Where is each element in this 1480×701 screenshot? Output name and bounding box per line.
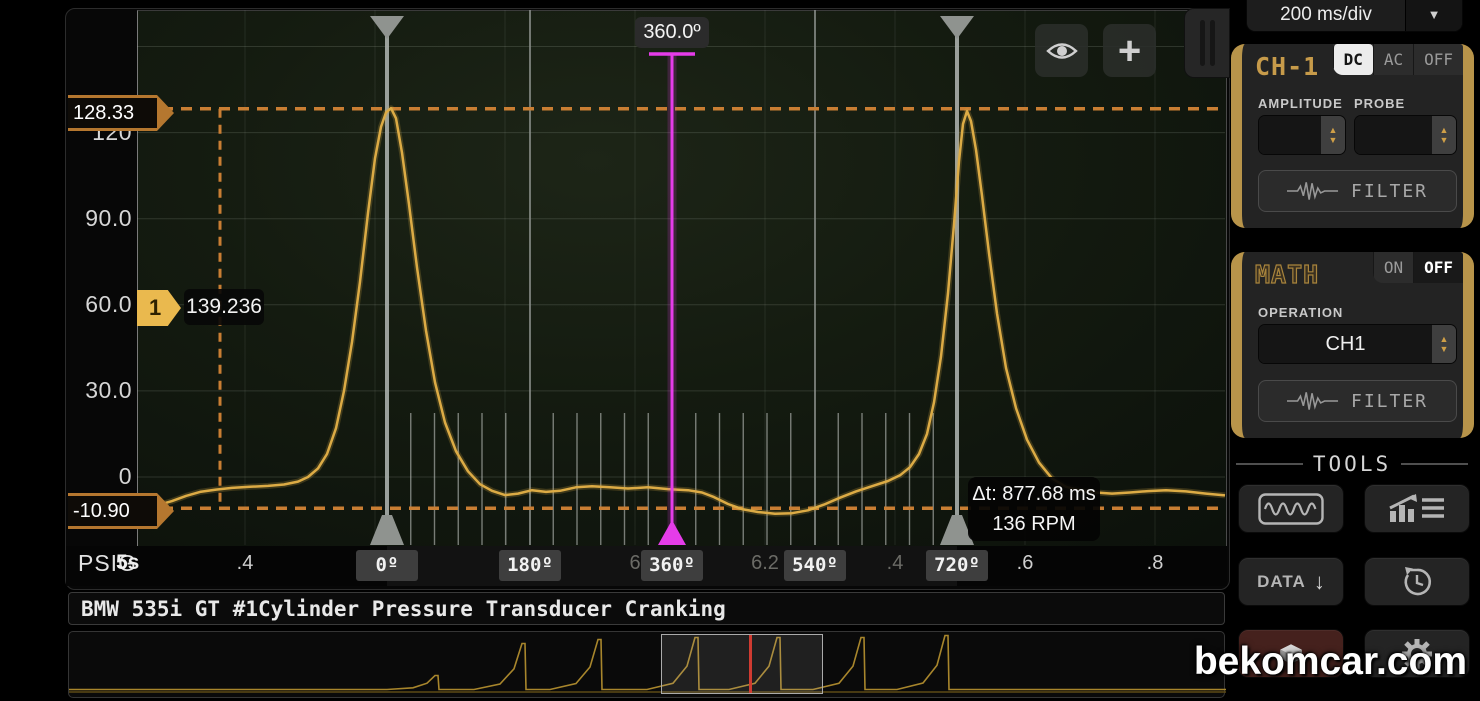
overview-waveform-canvas [69, 632, 1226, 697]
filter-wavelet-icon [1287, 390, 1339, 412]
overview-strip[interactable] [68, 631, 1225, 698]
math-panel: MATH ON OFF OPERATION CH1 ▲▼ FILTER [1231, 252, 1474, 438]
coupling-dc-button[interactable]: DC [1333, 44, 1373, 75]
watermark: bekomcar.com [1194, 640, 1467, 684]
degree-label-720[interactable]: 720º [926, 550, 988, 581]
degree-label-540[interactable]: 540º [784, 550, 846, 581]
add-channel-button[interactable]: + [1103, 24, 1156, 77]
filter-label: FILTER [1351, 181, 1428, 202]
degree-cursor-label[interactable]: 360.0º [635, 17, 709, 48]
y-tick-90: 90.0 [70, 205, 132, 232]
tools-header: TOOLS [1236, 452, 1468, 476]
filter-wavelet-icon [1287, 180, 1339, 202]
coupling-ac-button[interactable]: AC [1373, 44, 1413, 75]
time-tick: 6 [629, 552, 640, 575]
probe-value [1355, 116, 1432, 154]
measurements-tool-button[interactable] [1364, 484, 1470, 533]
stepper-arrows-icon[interactable]: ▲▼ [1321, 116, 1345, 154]
probe-stepper[interactable]: ▲▼ [1354, 115, 1457, 155]
history-button[interactable] [1364, 557, 1470, 606]
tools-title: TOOLS [1313, 452, 1391, 476]
amplitude-stepper[interactable]: ▲▼ [1258, 115, 1346, 155]
math-state-control: ON OFF [1373, 252, 1463, 283]
time-tick: 6.2 [751, 552, 779, 575]
app-root: 120 90.0 60.0 30.0 0 128.33 -10.90 1 139… [0, 0, 1480, 701]
download-arrow-icon: ↓ [1314, 569, 1325, 595]
waveform-tool-button[interactable] [1238, 484, 1344, 533]
y-tick-60: 60.0 [70, 291, 132, 318]
time-tick: .8 [1147, 552, 1164, 575]
filter-label: FILTER [1351, 391, 1428, 412]
plus-icon: + [1118, 31, 1141, 71]
time-tick: .6 [1017, 552, 1034, 575]
cursor-min-tag[interactable]: -10.90 [68, 493, 157, 529]
stepper-arrows-icon[interactable]: ▲▼ [1432, 325, 1456, 363]
timebase-value: 200 ms/div [1247, 0, 1405, 31]
overview-window[interactable] [661, 634, 823, 694]
math-title: MATH [1255, 260, 1319, 289]
delta-measurement-box: Δt: 877.68 ms 136 RPM [968, 477, 1100, 541]
chevron-down-icon[interactable]: ▼ [1405, 0, 1462, 31]
delta-t-value: Δt: 877.68 ms [968, 479, 1100, 509]
operation-label: OPERATION [1258, 305, 1343, 320]
channel-1-filter-button[interactable]: FILTER [1258, 170, 1457, 212]
y-tick-0: 0 [70, 463, 132, 490]
eye-icon [1045, 37, 1079, 65]
math-on-button[interactable]: ON [1373, 252, 1413, 283]
degree-cursor-magenta[interactable] [649, 54, 695, 545]
history-clock-icon [1401, 566, 1433, 598]
degree-label-0[interactable]: 0º [356, 550, 418, 581]
visibility-button[interactable] [1035, 24, 1088, 77]
timebase-selector[interactable]: 200 ms/div ▼ [1246, 0, 1463, 32]
side-drawer-handle[interactable] [1184, 8, 1230, 78]
coupling-segmented-control: DC AC OFF [1333, 44, 1463, 75]
rpm-value: 136 RPM [968, 509, 1100, 539]
degree-label-360[interactable]: 360º [641, 550, 703, 581]
coupling-off-button[interactable]: OFF [1413, 44, 1463, 75]
channel-1-panel: CH-1 DC AC OFF AMPLITUDE PROBE ▲▼ ▲▼ FIL… [1231, 44, 1474, 228]
degree-cursor-gray[interactable] [940, 16, 974, 545]
amplitude-value [1259, 116, 1321, 154]
chart-stats-icon [1388, 493, 1446, 525]
cursor-max-tag[interactable]: 128.33 [68, 95, 157, 131]
channel-1-title: CH-1 [1255, 52, 1319, 81]
operation-value: CH1 [1259, 325, 1432, 363]
data-export-button[interactable]: DATA ↓ [1238, 557, 1344, 606]
degree-label-180[interactable]: 180º [499, 550, 561, 581]
overview-playhead[interactable] [749, 635, 752, 693]
probe-label: PROBE [1354, 96, 1405, 111]
pressure-waveform-canvas[interactable] [137, 10, 1225, 545]
time-tick: .4 [237, 552, 254, 575]
math-off-button[interactable]: OFF [1413, 252, 1463, 283]
math-filter-button[interactable]: FILTER [1258, 380, 1457, 422]
cursor-delta-value: 139.236 [184, 289, 264, 325]
waveform-icon [1258, 493, 1324, 525]
amplitude-label: AMPLITUDE [1258, 96, 1343, 111]
time-tick: .4 [887, 552, 904, 575]
y-tick-30: 30.0 [70, 377, 132, 404]
time-tick-start: 5s [116, 551, 139, 575]
operation-select[interactable]: CH1 ▲▼ [1258, 324, 1457, 364]
stepper-arrows-icon[interactable]: ▲▼ [1432, 116, 1456, 154]
data-label: DATA [1257, 572, 1306, 592]
x-axis-strip: PSIG 5s .4 6 6.2 .4 .6 .8 0º 180º 360º 5… [66, 546, 1227, 586]
recording-title-bar[interactable]: BMW 535i GT #1Cylinder Pressure Transduc… [68, 592, 1225, 625]
